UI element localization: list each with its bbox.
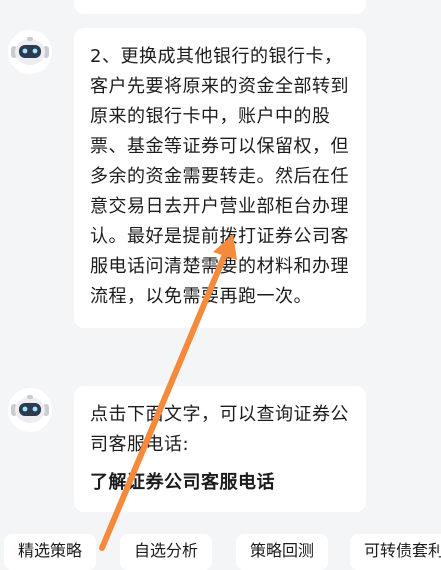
chip-convertible-bond-arbitrage[interactable]: 可转债套利: [350, 534, 441, 570]
previous-message-bubble: [74, 0, 366, 14]
message-text: 2、更换成其他银行的银行卡，客户先要将原来的资金全部转到原来的银行卡中，账户中的…: [90, 46, 349, 307]
robot-icon: [11, 395, 49, 423]
bot-avatar: [8, 30, 52, 74]
bot-message-bubble: 点击下面文字，可以查询证券公司客服电话: 了解证券公司客服电话: [74, 386, 366, 512]
message-text: 点击下面文字，可以查询证券公司客服电话:: [90, 404, 349, 455]
quick-action-bar: 精选策略 自选分析 策略回测 可转债套利: [0, 526, 441, 570]
bot-avatar: [8, 388, 52, 432]
customer-service-link[interactable]: 了解证券公司客服电话: [90, 468, 352, 498]
chip-strategy-backtest[interactable]: 策略回测: [236, 534, 329, 570]
robot-icon: [11, 37, 49, 65]
chip-selected-strategy[interactable]: 精选策略: [4, 534, 97, 570]
chip-watchlist-analysis[interactable]: 自选分析: [120, 534, 213, 570]
bot-message-bubble: 2、更换成其他银行的银行卡，客户先要将原来的资金全部转到原来的银行卡中，账户中的…: [74, 28, 366, 328]
